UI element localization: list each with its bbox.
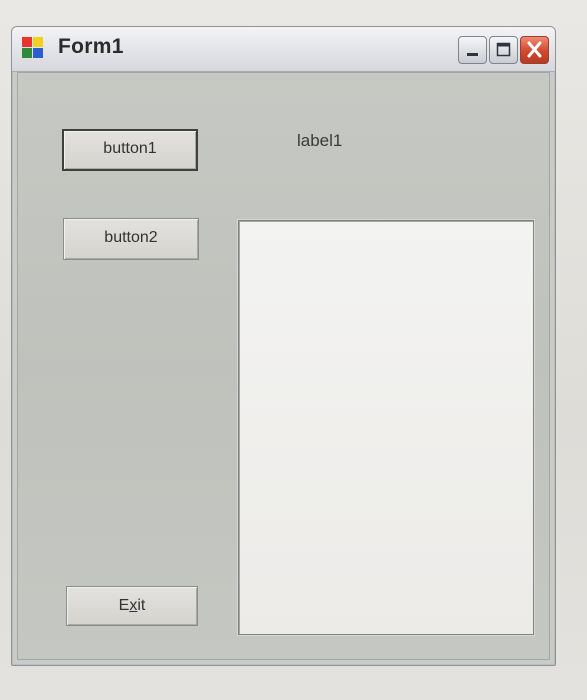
form-app-icon [22,37,44,59]
window-title: Form1 [58,35,124,58]
screen-background: Form1 button1 label1 button2 Exit [0,0,587,700]
close-button[interactable] [520,36,549,64]
listbox[interactable] [238,220,534,635]
maximize-icon [496,42,511,57]
minimize-icon [467,53,478,56]
maximize-button[interactable] [489,36,518,64]
button1[interactable]: button1 [62,129,198,171]
title-bar[interactable]: Form1 [12,27,555,72]
minimize-button[interactable] [458,36,487,64]
form-client-area: button1 label1 button2 Exit [17,72,550,660]
exit-button[interactable]: Exit [66,586,198,626]
close-icon [527,41,542,58]
form1-window: Form1 button1 label1 button2 Exit [11,26,556,666]
button2[interactable]: button2 [63,218,199,260]
caption-buttons [458,36,549,64]
label1: label1 [297,131,343,150]
